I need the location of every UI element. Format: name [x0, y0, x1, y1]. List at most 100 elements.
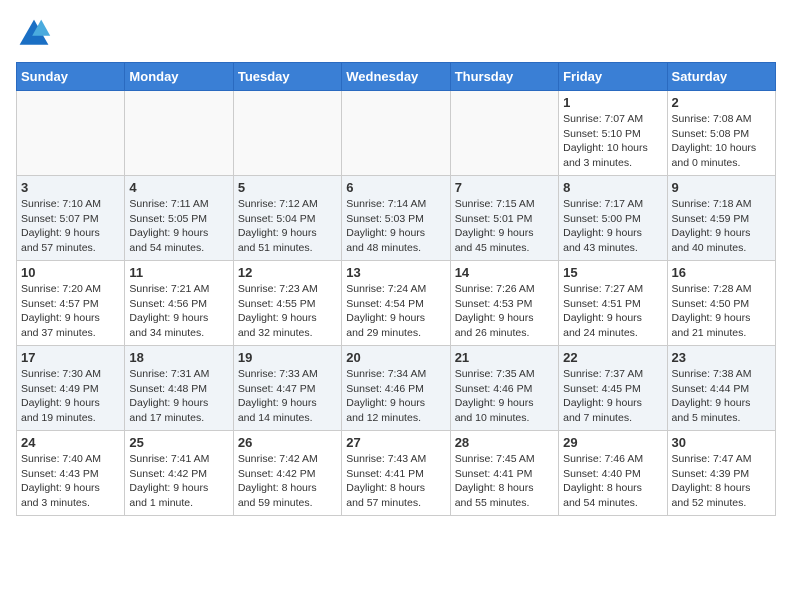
- day-info: Sunrise: 7:12 AM Sunset: 5:04 PM Dayligh…: [238, 197, 337, 256]
- calendar-cell: 19 Sunrise: 7:33 AM Sunset: 4:47 PM Dayli…: [233, 346, 341, 431]
- calendar-cell: 23 Sunrise: 7:38 AM Sunset: 4:44 PM Dayli…: [667, 346, 775, 431]
- calendar-cell: 26 Sunrise: 7:42 AM Sunset: 4:42 PM Dayli…: [233, 431, 341, 516]
- day-number: 9: [672, 180, 771, 195]
- day-info: Sunrise: 7:33 AM Sunset: 4:47 PM Dayligh…: [238, 367, 337, 426]
- calendar-week-4: 17 Sunrise: 7:30 AM Sunset: 4:49 PM Dayli…: [17, 346, 776, 431]
- calendar-cell: 24 Sunrise: 7:40 AM Sunset: 4:43 PM Dayli…: [17, 431, 125, 516]
- calendar-cell: 17 Sunrise: 7:30 AM Sunset: 4:49 PM Dayli…: [17, 346, 125, 431]
- day-number: 1: [563, 95, 662, 110]
- day-info: Sunrise: 7:30 AM Sunset: 4:49 PM Dayligh…: [21, 367, 120, 426]
- day-info: Sunrise: 7:23 AM Sunset: 4:55 PM Dayligh…: [238, 282, 337, 341]
- calendar-cell: 6 Sunrise: 7:14 AM Sunset: 5:03 PM Daylig…: [342, 176, 450, 261]
- day-number: 19: [238, 350, 337, 365]
- calendar-cell: 25 Sunrise: 7:41 AM Sunset: 4:42 PM Dayli…: [125, 431, 233, 516]
- day-info: Sunrise: 7:10 AM Sunset: 5:07 PM Dayligh…: [21, 197, 120, 256]
- day-number: 28: [455, 435, 554, 450]
- day-info: Sunrise: 7:18 AM Sunset: 4:59 PM Dayligh…: [672, 197, 771, 256]
- day-number: 26: [238, 435, 337, 450]
- header-sunday: Sunday: [17, 63, 125, 91]
- day-number: 15: [563, 265, 662, 280]
- calendar-cell: [233, 91, 341, 176]
- header-wednesday: Wednesday: [342, 63, 450, 91]
- day-number: 13: [346, 265, 445, 280]
- calendar-cell: [17, 91, 125, 176]
- day-number: 23: [672, 350, 771, 365]
- day-number: 27: [346, 435, 445, 450]
- calendar-cell: 28 Sunrise: 7:45 AM Sunset: 4:41 PM Dayli…: [450, 431, 558, 516]
- day-number: 25: [129, 435, 228, 450]
- day-number: 22: [563, 350, 662, 365]
- day-info: Sunrise: 7:40 AM Sunset: 4:43 PM Dayligh…: [21, 452, 120, 511]
- day-number: 30: [672, 435, 771, 450]
- day-number: 12: [238, 265, 337, 280]
- day-info: Sunrise: 7:17 AM Sunset: 5:00 PM Dayligh…: [563, 197, 662, 256]
- day-info: Sunrise: 7:21 AM Sunset: 4:56 PM Dayligh…: [129, 282, 228, 341]
- day-info: Sunrise: 7:41 AM Sunset: 4:42 PM Dayligh…: [129, 452, 228, 511]
- day-number: 29: [563, 435, 662, 450]
- calendar-cell: [342, 91, 450, 176]
- day-info: Sunrise: 7:42 AM Sunset: 4:42 PM Dayligh…: [238, 452, 337, 511]
- day-info: Sunrise: 7:27 AM Sunset: 4:51 PM Dayligh…: [563, 282, 662, 341]
- day-number: 24: [21, 435, 120, 450]
- calendar: SundayMondayTuesdayWednesdayThursdayFrid…: [16, 62, 776, 516]
- calendar-cell: 15 Sunrise: 7:27 AM Sunset: 4:51 PM Dayli…: [559, 261, 667, 346]
- calendar-cell: 1 Sunrise: 7:07 AM Sunset: 5:10 PM Daylig…: [559, 91, 667, 176]
- day-number: 21: [455, 350, 554, 365]
- calendar-cell: 2Sunrise: 7:08 AM Sunset: 5:08 PM Daylig…: [667, 91, 775, 176]
- calendar-cell: 12 Sunrise: 7:23 AM Sunset: 4:55 PM Dayli…: [233, 261, 341, 346]
- calendar-cell: [125, 91, 233, 176]
- calendar-cell: 4Sunrise: 7:11 AM Sunset: 5:05 PM Daylig…: [125, 176, 233, 261]
- header-tuesday: Tuesday: [233, 63, 341, 91]
- day-info: Sunrise: 7:47 AM Sunset: 4:39 PM Dayligh…: [672, 452, 771, 511]
- day-info: Sunrise: 7:24 AM Sunset: 4:54 PM Dayligh…: [346, 282, 445, 341]
- calendar-cell: 3 Sunrise: 7:10 AM Sunset: 5:07 PM Daylig…: [17, 176, 125, 261]
- calendar-cell: 10 Sunrise: 7:20 AM Sunset: 4:57 PM Dayli…: [17, 261, 125, 346]
- header: [16, 16, 776, 52]
- day-number: 20: [346, 350, 445, 365]
- calendar-week-3: 10 Sunrise: 7:20 AM Sunset: 4:57 PM Dayli…: [17, 261, 776, 346]
- calendar-cell: 9 Sunrise: 7:18 AM Sunset: 4:59 PM Daylig…: [667, 176, 775, 261]
- day-info: Sunrise: 7:38 AM Sunset: 4:44 PM Dayligh…: [672, 367, 771, 426]
- day-number: 18: [129, 350, 228, 365]
- day-info: Sunrise: 7:35 AM Sunset: 4:46 PM Dayligh…: [455, 367, 554, 426]
- calendar-cell: 21 Sunrise: 7:35 AM Sunset: 4:46 PM Dayli…: [450, 346, 558, 431]
- day-number: 16: [672, 265, 771, 280]
- header-friday: Friday: [559, 63, 667, 91]
- logo-icon: [16, 16, 52, 52]
- day-info: Sunrise: 7:08 AM Sunset: 5:08 PM Dayligh…: [672, 112, 771, 171]
- calendar-week-1: 1 Sunrise: 7:07 AM Sunset: 5:10 PM Daylig…: [17, 91, 776, 176]
- day-number: 17: [21, 350, 120, 365]
- calendar-cell: 11 Sunrise: 7:21 AM Sunset: 4:56 PM Dayli…: [125, 261, 233, 346]
- calendar-cell: 7Sunrise: 7:15 AM Sunset: 5:01 PM Daylig…: [450, 176, 558, 261]
- day-info: Sunrise: 7:28 AM Sunset: 4:50 PM Dayligh…: [672, 282, 771, 341]
- calendar-cell: [450, 91, 558, 176]
- day-number: 8: [563, 180, 662, 195]
- day-number: 11: [129, 265, 228, 280]
- calendar-cell: 16 Sunrise: 7:28 AM Sunset: 4:50 PM Dayli…: [667, 261, 775, 346]
- day-info: Sunrise: 7:11 AM Sunset: 5:05 PM Dayligh…: [129, 197, 228, 256]
- calendar-cell: 13 Sunrise: 7:24 AM Sunset: 4:54 PM Dayli…: [342, 261, 450, 346]
- calendar-cell: 20 Sunrise: 7:34 AM Sunset: 4:46 PM Dayli…: [342, 346, 450, 431]
- logo: [16, 16, 56, 52]
- day-info: Sunrise: 7:07 AM Sunset: 5:10 PM Dayligh…: [563, 112, 662, 171]
- day-info: Sunrise: 7:45 AM Sunset: 4:41 PM Dayligh…: [455, 452, 554, 511]
- calendar-cell: 29Sunrise: 7:46 AM Sunset: 4:40 PM Dayli…: [559, 431, 667, 516]
- calendar-cell: 5 Sunrise: 7:12 AM Sunset: 5:04 PM Daylig…: [233, 176, 341, 261]
- calendar-week-2: 3 Sunrise: 7:10 AM Sunset: 5:07 PM Daylig…: [17, 176, 776, 261]
- day-number: 7: [455, 180, 554, 195]
- day-info: Sunrise: 7:34 AM Sunset: 4:46 PM Dayligh…: [346, 367, 445, 426]
- calendar-cell: 14Sunrise: 7:26 AM Sunset: 4:53 PM Dayli…: [450, 261, 558, 346]
- day-info: Sunrise: 7:20 AM Sunset: 4:57 PM Dayligh…: [21, 282, 120, 341]
- day-number: 6: [346, 180, 445, 195]
- calendar-cell: 27Sunrise: 7:43 AM Sunset: 4:41 PM Dayli…: [342, 431, 450, 516]
- day-info: Sunrise: 7:14 AM Sunset: 5:03 PM Dayligh…: [346, 197, 445, 256]
- day-number: 3: [21, 180, 120, 195]
- day-number: 5: [238, 180, 337, 195]
- calendar-week-5: 24 Sunrise: 7:40 AM Sunset: 4:43 PM Dayli…: [17, 431, 776, 516]
- calendar-header-row: SundayMondayTuesdayWednesdayThursdayFrid…: [17, 63, 776, 91]
- day-number: 10: [21, 265, 120, 280]
- day-info: Sunrise: 7:37 AM Sunset: 4:45 PM Dayligh…: [563, 367, 662, 426]
- calendar-cell: 18 Sunrise: 7:31 AM Sunset: 4:48 PM Dayli…: [125, 346, 233, 431]
- day-number: 14: [455, 265, 554, 280]
- day-info: Sunrise: 7:31 AM Sunset: 4:48 PM Dayligh…: [129, 367, 228, 426]
